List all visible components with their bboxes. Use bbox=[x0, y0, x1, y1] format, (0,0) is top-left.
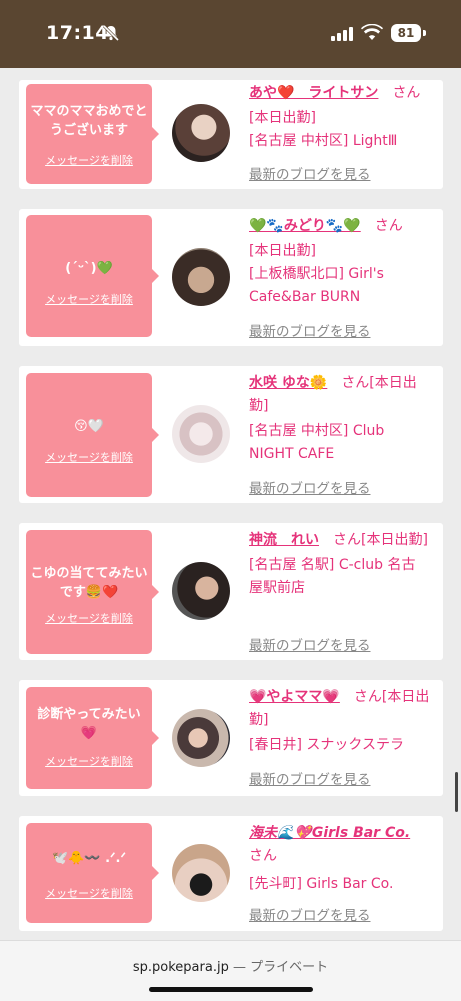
url-display[interactable]: sp.pokepara.jp — プライベート bbox=[0, 956, 461, 975]
message-bubble: こゆの当ててみたいです🍔❤️ メッセージを削除 bbox=[26, 530, 159, 654]
avatar[interactable] bbox=[172, 562, 230, 620]
message-card: 診断やってみたい💗 メッセージを削除 💗やよママ💗 さん[本日出勤] [春日井]… bbox=[19, 680, 443, 796]
honorific: さん bbox=[249, 848, 277, 864]
latest-blog-link[interactable]: 最新のブログを見る bbox=[249, 320, 371, 340]
shop-line: Cafe&Bar BURN bbox=[249, 289, 361, 305]
battery-icon: 81 bbox=[391, 24, 421, 42]
message-card: 🕊️🐥〰️ .ᐟ.ᐟ メッセージを削除 海未🌊💖Girls Bar Co. さん… bbox=[19, 816, 443, 931]
avatar[interactable] bbox=[172, 405, 230, 463]
status-bar: 17:14 81 bbox=[0, 0, 461, 68]
home-indicator[interactable] bbox=[149, 987, 313, 992]
status-time: 17:14 bbox=[46, 22, 109, 44]
honorific: さん bbox=[392, 85, 421, 101]
message-card: (ˊᵕˋ)💚 メッセージを削除 💚🐾みどり🐾💚 さん [本日出勤] [上板橋駅北… bbox=[19, 209, 443, 346]
message-text: 😚🤍 bbox=[74, 419, 104, 434]
shop-line: NIGHT CAFE bbox=[249, 446, 335, 462]
browser-address-bar[interactable]: sp.pokepara.jp — プライベート bbox=[0, 940, 461, 1001]
message-card: ママのママおめでとうございます メッセージを削除 あや❤️ ライトサン さん [… bbox=[19, 80, 443, 189]
latest-blog-link[interactable]: 最新のブログを見る bbox=[249, 768, 371, 788]
shop-line: [名古屋 名駅] C-club 名古 bbox=[249, 557, 416, 573]
shop-line: 屋駅前店 bbox=[249, 580, 305, 596]
message-text: ママのママおめでとうございます bbox=[30, 104, 148, 138]
shop-line: [上板橋駅北口] Girl's bbox=[249, 266, 384, 282]
bell-muted-icon bbox=[102, 24, 120, 46]
message-card: 😚🤍 メッセージを削除 水咲 ゆな🌼 さん[本日出勤] [名古屋 中村区] Cl… bbox=[19, 366, 443, 503]
private-mode-label: — プライベート bbox=[232, 960, 329, 975]
message-text: (ˊᵕˋ)💚 bbox=[65, 261, 113, 276]
profile-name-link[interactable]: 海未🌊💖Girls Bar Co. bbox=[249, 825, 410, 841]
profile-info: 神流 れい さん[本日出勤] [名古屋 名駅] C-club 名古 屋駅前店 bbox=[249, 529, 435, 600]
message-text: こゆの当ててみたいです🍔❤️ bbox=[30, 566, 148, 600]
wifi-icon bbox=[361, 23, 383, 45]
profile-info: 海未🌊💖Girls Bar Co. さん [先斗町] Girls Bar Co. bbox=[249, 822, 435, 896]
avatar[interactable] bbox=[172, 104, 230, 162]
delete-message-link[interactable]: メッセージを削除 bbox=[26, 449, 152, 465]
status-line: [本日出勤] bbox=[249, 243, 316, 259]
profile-info: 水咲 ゆな🌼 さん[本日出勤] [名古屋 中村区] Club NIGHT CAF… bbox=[249, 372, 435, 466]
url-text: sp.pokepara.jp bbox=[132, 960, 229, 975]
profile-info: あや❤️ ライトサン さん [本日出勤] [名古屋 中村区] LightⅢ bbox=[249, 82, 435, 153]
message-card: こゆの当ててみたいです🍔❤️ メッセージを削除 神流 れい さん[本日出勤] [… bbox=[19, 523, 443, 660]
shop-line: [春日井] スナックステラ bbox=[249, 737, 404, 753]
latest-blog-link[interactable]: 最新のブログを見る bbox=[249, 163, 371, 183]
profile-info: 💚🐾みどり🐾💚 さん [本日出勤] [上板橋駅北口] Girl's Cafe&B… bbox=[249, 215, 435, 309]
status-line: [本日出勤] bbox=[249, 110, 316, 126]
profile-info: 💗やよママ💗 さん[本日出勤] [春日井] スナックステラ bbox=[249, 686, 435, 757]
avatar[interactable] bbox=[172, 248, 230, 306]
latest-blog-link[interactable]: 最新のブログを見る bbox=[249, 634, 371, 654]
shop-line: [名古屋 中村区] LightⅢ bbox=[249, 133, 398, 149]
delete-message-link[interactable]: メッセージを削除 bbox=[26, 885, 152, 901]
latest-blog-link[interactable]: 最新のブログを見る bbox=[249, 477, 371, 497]
avatar[interactable] bbox=[172, 844, 230, 902]
delete-message-link[interactable]: メッセージを削除 bbox=[26, 152, 152, 168]
cellular-signal-icon bbox=[331, 26, 353, 45]
delete-message-link[interactable]: メッセージを削除 bbox=[26, 291, 152, 307]
message-bubble: 😚🤍 メッセージを削除 bbox=[26, 373, 159, 497]
profile-name-link[interactable]: 💚🐾みどり🐾💚 bbox=[249, 218, 361, 234]
delete-message-link[interactable]: メッセージを削除 bbox=[26, 610, 152, 626]
profile-name-link[interactable]: あや❤️ ライトサン bbox=[249, 85, 378, 101]
battery-tip bbox=[423, 30, 426, 36]
avatar[interactable] bbox=[172, 709, 230, 767]
delete-message-link[interactable]: メッセージを削除 bbox=[26, 753, 152, 769]
profile-name-link[interactable]: 神流 れい bbox=[249, 532, 319, 548]
shop-line: [名古屋 中村区] Club bbox=[249, 423, 385, 439]
message-bubble: (ˊᵕˋ)💚 メッセージを削除 bbox=[26, 215, 159, 337]
message-text: 診断やってみたい💗 bbox=[37, 707, 141, 741]
honorific: さん bbox=[374, 218, 403, 234]
message-text: 🕊️🐥〰️ .ᐟ.ᐟ bbox=[51, 851, 126, 866]
message-bubble: 🕊️🐥〰️ .ᐟ.ᐟ メッセージを削除 bbox=[26, 823, 159, 923]
message-bubble: 診断やってみたい💗 メッセージを削除 bbox=[26, 687, 159, 789]
message-bubble: ママのママおめでとうございます メッセージを削除 bbox=[26, 84, 159, 184]
profile-name-link[interactable]: 水咲 ゆな🌼 bbox=[249, 375, 327, 391]
honorific: さん[本日出勤] bbox=[333, 532, 428, 548]
latest-blog-link[interactable]: 最新のブログを見る bbox=[249, 904, 371, 924]
profile-name-link[interactable]: 💗やよママ💗 bbox=[249, 689, 340, 705]
shop-line: [先斗町] Girls Bar Co. bbox=[249, 876, 394, 892]
scrollbar[interactable] bbox=[455, 772, 458, 812]
